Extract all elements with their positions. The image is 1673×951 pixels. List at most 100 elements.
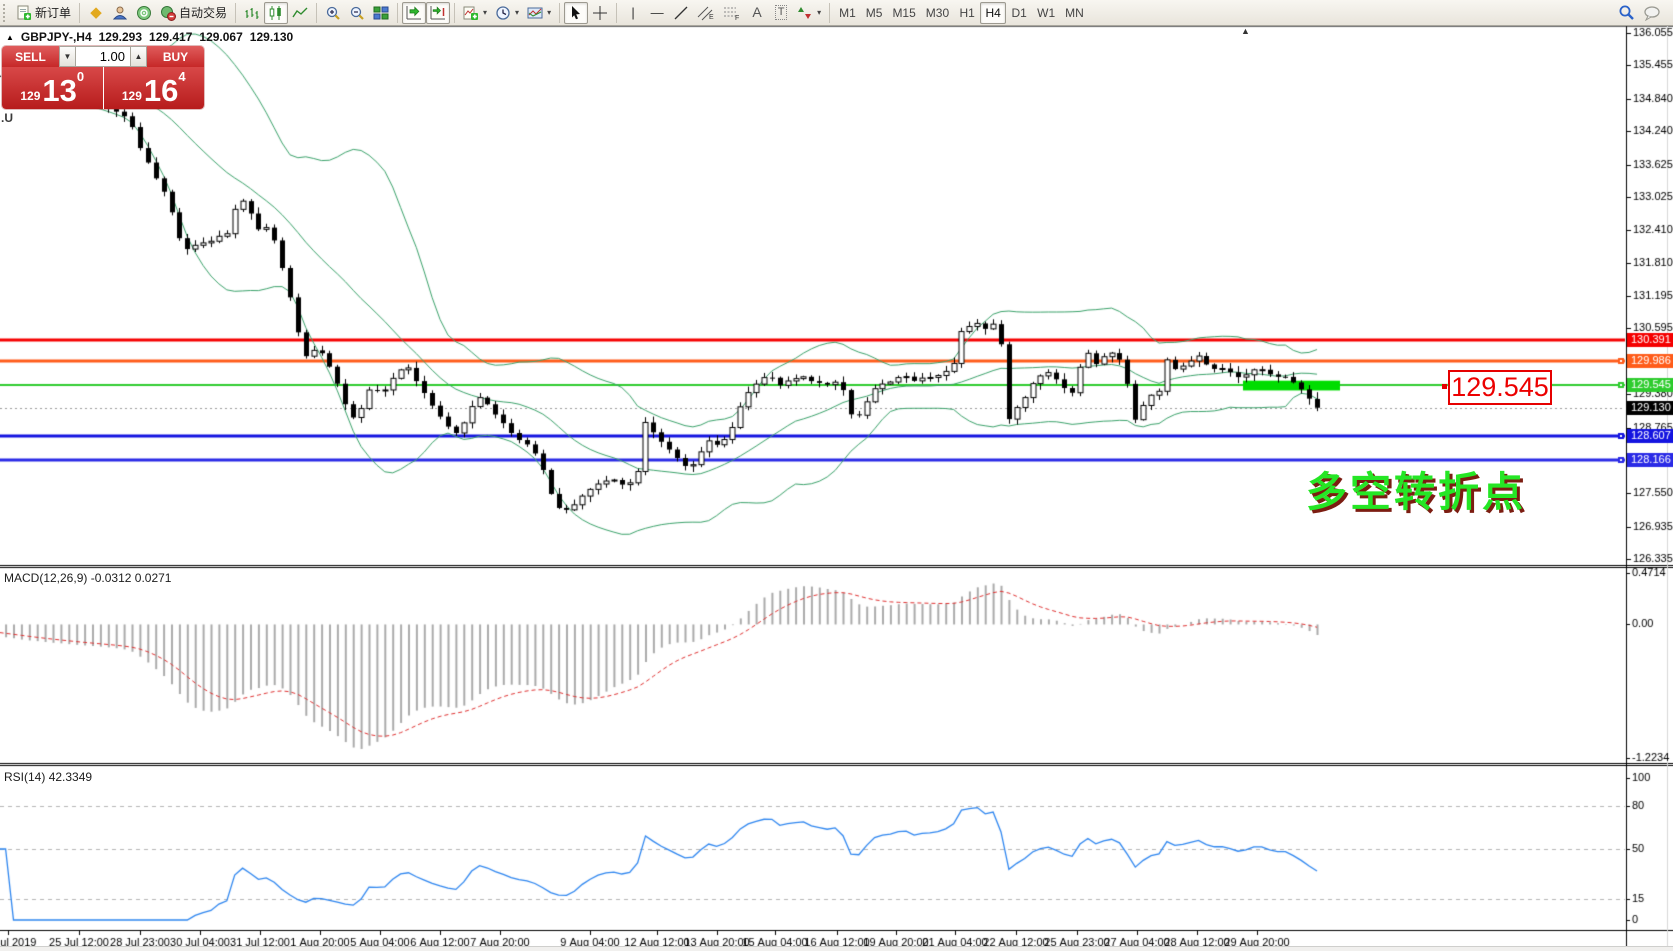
chart-shift-marker-icon[interactable]: ▲	[1241, 26, 1250, 36]
market-button[interactable]: ◆	[84, 2, 108, 24]
periods-clock-icon	[495, 5, 511, 21]
tab-timeframe-m5[interactable]: M5	[861, 2, 888, 24]
vertical-line-button[interactable]: |	[621, 2, 645, 24]
auto-scroll-button[interactable]	[402, 2, 426, 24]
chevron-down-icon: ▼	[64, 52, 72, 61]
candlestick-chart-icon	[268, 5, 284, 21]
rsi-indicator-label: RSI(14) 42.3349	[4, 770, 92, 784]
volume-decrease-button[interactable]: ▼	[59, 46, 76, 67]
annotation-anchor-handle[interactable]	[1442, 384, 1447, 389]
periods-button[interactable]: ▾	[491, 2, 523, 24]
buy-price-display[interactable]: 129 16 4	[104, 67, 205, 109]
volume-increase-button[interactable]: ▲	[130, 46, 147, 67]
volume-input[interactable]	[76, 46, 130, 67]
sell-button[interactable]: SELL	[2, 46, 59, 67]
news-icon	[136, 5, 152, 21]
chevron-up-icon: ▲	[135, 52, 143, 61]
equidistant-channel-icon: E	[697, 5, 715, 21]
crosshair-button[interactable]	[588, 2, 612, 24]
news-button[interactable]	[132, 2, 156, 24]
text-icon: A	[752, 6, 761, 19]
market-icon: ◆	[90, 6, 102, 19]
sell-price-display[interactable]: 129 13 0	[2, 67, 103, 109]
tab-timeframe-m30[interactable]: M30	[921, 2, 954, 24]
tab-timeframe-mn[interactable]: MN	[1060, 2, 1089, 24]
sell-price-pip: 0	[77, 69, 84, 84]
tab-timeframe-w1[interactable]: W1	[1032, 2, 1060, 24]
indicators-button[interactable]: ▾	[459, 2, 491, 24]
crosshair-icon	[592, 5, 608, 21]
one-click-trading-panel: SELL ▼ ▲ BUY 129 13 0 129 16 4	[2, 46, 204, 109]
trendline-button[interactable]	[669, 2, 693, 24]
ohlc-open: 129.293	[99, 30, 142, 44]
fibonacci-button[interactable]: F	[719, 2, 745, 24]
buy-price-big: 16	[144, 76, 178, 106]
sell-price-prefix: 129	[20, 86, 40, 106]
text-label-button[interactable]: T	[769, 2, 793, 24]
turning-point-annotation[interactable]: 多空转折点	[1306, 458, 1526, 518]
tile-windows-icon	[373, 5, 389, 21]
price-level-text-box[interactable]: 129.545	[1448, 370, 1552, 405]
templates-icon	[527, 5, 543, 21]
tab-timeframe-d1[interactable]: D1	[1006, 2, 1032, 24]
line-chart-button[interactable]	[288, 2, 312, 24]
auto-scroll-icon	[406, 5, 422, 21]
zoom-out-icon	[349, 5, 365, 21]
sell-price-big: 13	[42, 76, 76, 106]
chat-button[interactable]	[1639, 2, 1665, 24]
rsi-value: 42.3349	[49, 770, 92, 784]
bar-chart-icon	[244, 5, 260, 21]
zoom-out-button[interactable]	[345, 2, 369, 24]
text-button[interactable]: A	[745, 2, 769, 24]
candlestick-chart-button[interactable]	[264, 2, 288, 24]
ohlc-high: 129.417	[149, 30, 192, 44]
symbol-title: GBPJPY-,H4	[21, 30, 92, 44]
signals-icon	[112, 5, 128, 21]
autotrading-icon	[160, 5, 176, 21]
chevron-down-icon: ▾	[483, 8, 487, 17]
expand-triangle-icon[interactable]: ▲	[6, 33, 14, 42]
autotrading-label: 自动交易	[179, 4, 227, 21]
search-icon	[1618, 4, 1635, 21]
toolbar: 新订单 ◆ 自动交易	[0, 0, 1673, 26]
buy-button[interactable]: BUY	[147, 46, 204, 67]
new-order-label: 新订单	[35, 4, 71, 21]
vertical-line-icon: |	[631, 6, 634, 19]
templates-button[interactable]: ▾	[523, 2, 555, 24]
buy-price-prefix: 129	[122, 86, 142, 106]
chart-shift-button[interactable]	[426, 2, 450, 24]
line-chart-icon	[292, 5, 308, 21]
macd-value-main: -0.0312	[91, 571, 132, 585]
arrows-button[interactable]: ▾	[793, 2, 825, 24]
svg-text:E: E	[709, 14, 714, 21]
horizontal-line-icon: —	[651, 6, 664, 19]
macd-value-signal: 0.0271	[135, 571, 172, 585]
new-order-icon	[16, 5, 32, 21]
tab-timeframe-h4[interactable]: H4	[980, 2, 1006, 24]
cursor-button[interactable]	[564, 2, 588, 24]
zoom-in-icon	[325, 5, 341, 21]
new-order-button[interactable]: 新订单	[12, 2, 75, 24]
chevron-down-icon: ▾	[515, 8, 519, 17]
toolbar-drag-handle[interactable]	[3, 4, 9, 22]
tile-windows-button[interactable]	[369, 2, 393, 24]
trendline-icon	[673, 5, 689, 21]
horizontal-line-button[interactable]: —	[645, 2, 669, 24]
tab-timeframe-m15[interactable]: M15	[887, 2, 920, 24]
fibonacci-icon: F	[723, 5, 741, 21]
arrows-icon	[797, 5, 813, 21]
chat-bubble-icon	[1643, 5, 1661, 21]
autotrading-button[interactable]: 自动交易	[156, 2, 231, 24]
tab-timeframe-h1[interactable]: H1	[954, 2, 980, 24]
svg-text:F: F	[735, 15, 739, 21]
tab-timeframe-m1[interactable]: M1	[834, 2, 861, 24]
text-label-icon: T	[775, 5, 788, 20]
zoom-in-button[interactable]	[321, 2, 345, 24]
chevron-down-icon: ▾	[817, 8, 821, 17]
channel-button[interactable]: E	[693, 2, 719, 24]
symbol-watermark: .U	[1, 111, 13, 125]
bar-chart-button[interactable]	[240, 2, 264, 24]
search-button[interactable]	[1614, 2, 1639, 24]
cursor-icon	[569, 5, 583, 20]
signals-button[interactable]	[108, 2, 132, 24]
